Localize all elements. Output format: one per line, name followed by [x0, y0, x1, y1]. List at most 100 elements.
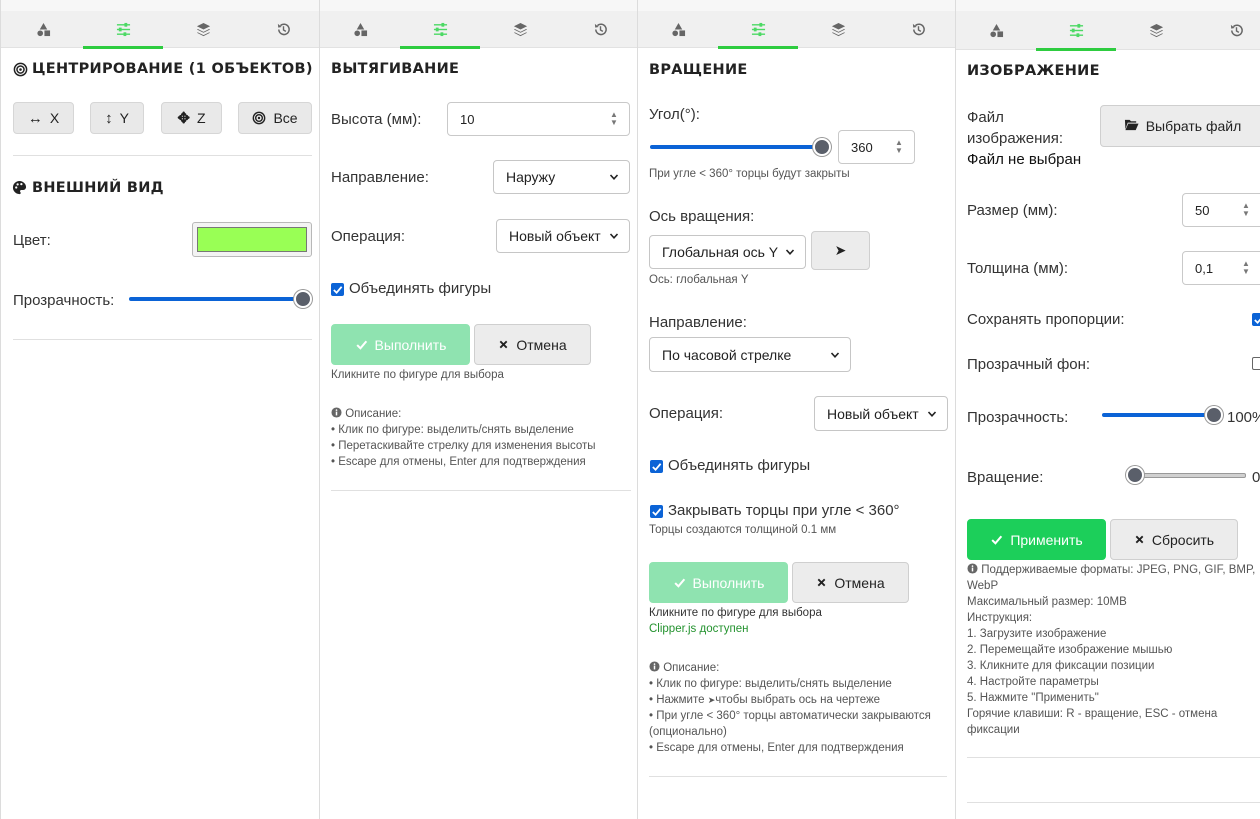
tab-properties[interactable]: [718, 11, 798, 49]
info-line: Инструкция:: [967, 612, 1033, 624]
thickness-input[interactable]: 0,1 ▲ ▼: [1182, 251, 1260, 285]
rotation-value: 0: [1252, 469, 1260, 486]
tab-shapes[interactable]: [638, 11, 718, 48]
opacity-slider-track[interactable]: [129, 297, 303, 301]
pick-axis-button[interactable]: ➤: [811, 231, 870, 270]
height-input[interactable]: 10 ▲ ▼: [447, 102, 630, 136]
centering-title: ЦЕНТРИРОВАНИЕ (1 ОБЪЕКТОВ): [32, 61, 313, 77]
center-all-button[interactable]: Все: [238, 102, 312, 134]
operation-value: Новый объект: [509, 228, 601, 244]
tab-history[interactable]: [560, 11, 637, 48]
choose-file-button[interactable]: Выбрать файл: [1100, 105, 1260, 147]
execute-button[interactable]: Выполнить: [649, 562, 788, 603]
opacity-label: Прозрачность:: [13, 292, 115, 309]
revolve-title: ВРАЩЕНИЕ: [649, 62, 748, 78]
check-icon: [332, 284, 343, 295]
close-caps-hint: Торцы создаются толщиной 0.1 мм: [649, 524, 837, 536]
rotation-label: Вращение:: [967, 469, 1044, 486]
cancel-button[interactable]: Отмена: [792, 562, 909, 603]
axis-select[interactable]: Глобальная ось Y: [649, 235, 806, 269]
angle-slider-track[interactable]: [650, 145, 822, 149]
reset-button[interactable]: Сбросить: [1110, 519, 1238, 560]
direction-select[interactable]: Наружу: [493, 160, 630, 194]
tab-layers[interactable]: [163, 11, 243, 48]
opacity-slider-track[interactable]: [1102, 413, 1214, 417]
tab-layers[interactable]: [798, 11, 878, 48]
spinner-icon[interactable]: ▲ ▼: [1239, 200, 1253, 220]
center-z-button[interactable]: ✥ Z: [161, 102, 222, 134]
tab-shapes[interactable]: [956, 11, 1036, 50]
description-line: • Escape для отмены, Enter для подтвержд…: [649, 742, 904, 754]
divider: [13, 155, 312, 156]
transparent-bg-label: Прозрачный фон:: [967, 356, 1091, 373]
divider: [649, 776, 947, 777]
select-hint: Кликните по фигуре для выбора: [649, 607, 822, 619]
angle-input[interactable]: 360 ▲ ▼: [838, 130, 915, 164]
sliders-icon: [116, 22, 131, 37]
tab-history[interactable]: [878, 11, 955, 48]
merge-checkbox[interactable]: [331, 283, 344, 296]
description-title: Описание:: [663, 662, 720, 674]
direction-value: По часовой стрелке: [662, 346, 792, 363]
transparent-bg-checkbox[interactable]: [1252, 357, 1260, 370]
center-x-button[interactable]: ↔ X: [13, 102, 74, 134]
direction-select[interactable]: По часовой стрелке: [649, 337, 851, 372]
history-icon: [276, 22, 291, 37]
tab-bar: [320, 0, 637, 49]
tab-shapes[interactable]: [3, 11, 83, 48]
keep-proportions-checkbox[interactable]: [1252, 313, 1260, 326]
operation-value: Новый объект: [827, 405, 919, 422]
info-line: Поддерживаемые форматы: JPEG, PNG, GIF, …: [967, 562, 1257, 578]
info-icon: [331, 407, 342, 418]
spinner-icon[interactable]: ▲ ▼: [607, 109, 621, 129]
description-line: • Нажмите ➤чтобы выбрать ось на чертеже: [649, 692, 949, 708]
tab-layers[interactable]: [1116, 11, 1196, 50]
tab-layers[interactable]: [480, 11, 560, 48]
center-y-label: Y: [119, 110, 129, 126]
spinner-icon[interactable]: ▲ ▼: [1239, 258, 1253, 278]
tab-history[interactable]: [243, 11, 319, 48]
spinner-icon[interactable]: ▲ ▼: [892, 137, 906, 157]
file-status: Файл не выбран: [967, 151, 1082, 168]
close-caps-checkbox[interactable]: [650, 505, 663, 518]
keep-proportions-label: Сохранять пропорции:: [967, 311, 1125, 328]
apply-button[interactable]: Применить: [967, 519, 1106, 560]
rotation-slider-track[interactable]: [1133, 473, 1246, 478]
tab-history[interactable]: [1196, 11, 1260, 50]
description-block: Описание: • Клик по фигуре: выделить/сня…: [649, 660, 949, 756]
cancel-label: Отмена: [834, 574, 885, 591]
layers-icon: [196, 22, 211, 37]
file-label-line: Файл: [967, 109, 1004, 126]
tab-properties[interactable]: [1036, 11, 1116, 51]
size-input[interactable]: 50 ▲ ▼: [1182, 193, 1260, 227]
cancel-button[interactable]: Отмена: [474, 324, 591, 365]
shapes-icon: [671, 22, 686, 37]
target-icon: [252, 111, 266, 125]
height-value: 10: [460, 111, 475, 127]
execute-button[interactable]: Выполнить: [331, 324, 470, 365]
history-icon: [593, 22, 608, 37]
info-line: 1. Загрузите изображение: [967, 628, 1107, 640]
arrows-vertical-icon: ↕: [105, 109, 113, 127]
info-line: 2. Перемещайте изображение мышью: [967, 644, 1173, 656]
angle-slider-thumb[interactable]: [813, 138, 831, 156]
center-y-button[interactable]: ↕ Y: [90, 102, 144, 134]
merge-checkbox[interactable]: [650, 460, 663, 473]
description-line: • Перетаскивайте стрелку для изменения в…: [331, 440, 596, 452]
tab-properties[interactable]: [83, 11, 163, 49]
choose-file-label: Выбрать файл: [1145, 118, 1242, 134]
operation-select[interactable]: Новый объект: [496, 219, 630, 253]
tab-properties[interactable]: [400, 11, 480, 49]
rotation-slider-thumb[interactable]: [1126, 466, 1144, 484]
divider: [967, 802, 1260, 803]
color-picker[interactable]: [192, 222, 312, 257]
close-icon: [1134, 534, 1145, 545]
select-hint: Кликните по фигуре для выбора: [331, 369, 504, 381]
opacity-slider-thumb[interactable]: [1205, 406, 1223, 424]
image-title: ИЗОБРАЖЕНИЕ: [967, 63, 1100, 79]
extrude-title: ВЫТЯГИВАНИЕ: [331, 61, 460, 77]
operation-select[interactable]: Новый объект: [814, 396, 948, 431]
tab-shapes[interactable]: [320, 11, 400, 48]
opacity-slider-thumb[interactable]: [294, 290, 312, 308]
layers-icon: [1149, 23, 1164, 38]
